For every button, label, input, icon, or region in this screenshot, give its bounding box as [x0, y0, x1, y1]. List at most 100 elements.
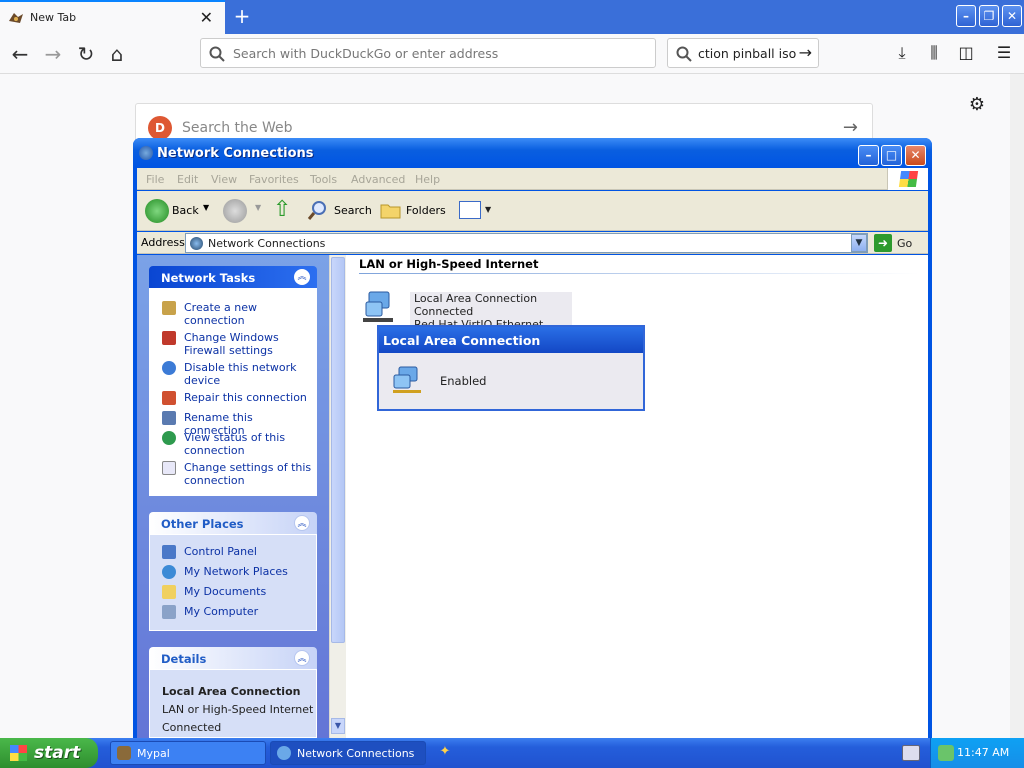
- magnifier-icon: [307, 201, 326, 220]
- menu-file[interactable]: File: [146, 173, 164, 186]
- forward-dropdown-icon[interactable]: ▼: [255, 203, 261, 212]
- details-status: Connected: [162, 721, 222, 734]
- window-minimize-icon[interactable]: –: [858, 145, 879, 166]
- menu-tools[interactable]: Tools: [310, 173, 337, 186]
- restore-icon[interactable]: ❐: [979, 5, 999, 27]
- close-icon[interactable]: ✕: [1002, 5, 1022, 27]
- search-label: Search: [334, 204, 372, 217]
- search-go-icon[interactable]: →: [799, 43, 812, 62]
- reload-icon[interactable]: ↻: [73, 41, 99, 67]
- views-icon: [459, 201, 481, 219]
- system-tray: 11:47 AM: [930, 738, 1024, 768]
- new-tab-button[interactable]: +: [232, 4, 252, 28]
- url-bar[interactable]: Search with DuckDuckGo or enter address: [200, 38, 656, 68]
- go-arrow-icon[interactable]: ➜: [874, 234, 892, 252]
- tooltip-title: Local Area Connection: [383, 333, 541, 348]
- window-titlebar[interactable]: Network Connections: [133, 138, 932, 168]
- downloads-icon[interactable]: ⤓: [891, 43, 913, 63]
- minimize-icon[interactable]: –: [956, 5, 976, 27]
- back-icon[interactable]: ←: [7, 41, 33, 67]
- network-tasks-header[interactable]: Network Tasks ︽: [149, 266, 317, 288]
- home-icon[interactable]: ⌂: [104, 41, 130, 67]
- place-label: My Documents: [184, 585, 267, 598]
- mypal-icon: [117, 746, 131, 760]
- network-icon: [139, 146, 153, 160]
- up-folder-icon[interactable]: ⇧: [273, 199, 295, 223]
- other-places-title: Other Places: [161, 517, 244, 531]
- connection-item[interactable]: Local Area Connection Connected Red Hat …: [363, 290, 573, 330]
- other-places-panel: Control Panel My Network Places My Docum…: [149, 534, 317, 631]
- details-header[interactable]: Details ︽: [149, 647, 317, 669]
- network-tray-icon[interactable]: [938, 745, 954, 761]
- menu-advanced[interactable]: Advanced: [351, 173, 405, 186]
- group-divider: [359, 273, 919, 274]
- task-network-connections[interactable]: Network Connections: [270, 741, 426, 765]
- tooltip-value: Enabled: [440, 374, 487, 388]
- tab-title: New Tab: [30, 11, 77, 24]
- task-label: Repair this connection: [184, 391, 307, 404]
- duckduckgo-icon: D: [148, 116, 172, 140]
- other-places-header[interactable]: Other Places ︽: [149, 512, 317, 534]
- window-title: Network Connections: [157, 146, 314, 161]
- back-label: Back: [172, 204, 199, 217]
- collapse-icon[interactable]: ︽: [294, 515, 310, 531]
- tooltip-header: Local Area Connection: [379, 327, 643, 353]
- details-name: Local Area Connection: [162, 685, 301, 698]
- views-button[interactable]: ▼: [459, 201, 495, 223]
- menu-view[interactable]: View: [211, 173, 237, 186]
- computer-icon: [162, 605, 176, 619]
- library-icon[interactable]: ⫼: [923, 43, 945, 63]
- url-placeholder: Search with DuckDuckGo or enter address: [233, 46, 499, 61]
- place-label: My Computer: [184, 605, 259, 618]
- ddg-search-box[interactable]: D Search the Web →: [135, 103, 873, 143]
- search-bar[interactable]: ction pinball iso →: [667, 38, 819, 68]
- task-mypal[interactable]: Mypal: [110, 741, 266, 765]
- network-connection-icon: [393, 366, 421, 393]
- network-icon: [190, 237, 203, 250]
- documents-icon: [162, 585, 176, 599]
- task-label: Network Connections: [297, 747, 415, 760]
- collapse-icon[interactable]: ︽: [294, 269, 310, 285]
- menu-help[interactable]: Help: [415, 173, 440, 186]
- ddg-placeholder: Search the Web: [182, 120, 293, 136]
- folders-button[interactable]: Folders: [379, 199, 449, 223]
- window-close-icon[interactable]: ✕: [905, 145, 926, 166]
- gear-icon[interactable]: ⚙: [966, 94, 988, 116]
- search-button[interactable]: Search: [307, 199, 372, 223]
- collapse-icon[interactable]: ︽: [294, 650, 310, 666]
- back-dropdown-icon[interactable]: ▼: [203, 203, 209, 212]
- keyboard-icon[interactable]: [902, 745, 920, 761]
- forward-icon[interactable]: →: [40, 41, 66, 67]
- quicklaunch-icon[interactable]: ✦: [436, 744, 454, 762]
- tooltip-body: Enabled: [379, 353, 643, 409]
- back-button[interactable]: Back: [145, 199, 209, 223]
- network-connection-icon: [363, 291, 393, 322]
- forward-arrow-icon[interactable]: [223, 199, 247, 223]
- task-label: Create a new connection: [184, 301, 258, 327]
- clock: 11:47 AM: [957, 746, 1010, 759]
- details-panel: Local Area Connection LAN or High-Speed …: [149, 669, 317, 738]
- menu-favorites[interactable]: Favorites: [249, 173, 299, 186]
- page-scrollbar[interactable]: [1010, 74, 1024, 738]
- scroll-thumb[interactable]: [331, 257, 345, 643]
- menu-icon[interactable]: ☰: [993, 43, 1015, 63]
- network-tasks-panel: Create a new connection Change Windows F…: [149, 288, 317, 496]
- connection-label: Local Area Connection Connected Red Hat …: [410, 292, 572, 328]
- arrow-right-icon[interactable]: →: [843, 117, 858, 138]
- connection-status: Connected: [414, 305, 474, 318]
- address-field[interactable]: Network Connections: [185, 233, 868, 253]
- mypal-icon: [9, 13, 23, 23]
- tab-close-icon[interactable]: ✕: [200, 8, 213, 27]
- tab-new-tab[interactable]: New Tab ✕: [0, 0, 225, 34]
- windows-flag-icon: [10, 745, 27, 761]
- go-label[interactable]: Go: [897, 237, 912, 250]
- window-maximize-icon[interactable]: □: [881, 145, 902, 166]
- menu-edit[interactable]: Edit: [177, 173, 198, 186]
- scroll-down-icon[interactable]: ▼: [331, 718, 345, 734]
- pane-scrollbar[interactable]: ▼: [329, 255, 346, 738]
- start-button[interactable]: start: [0, 738, 98, 768]
- folders-icon: [380, 204, 401, 219]
- sidebar-icon[interactable]: ◫: [955, 43, 977, 63]
- search-value: ction pinball iso: [698, 46, 797, 61]
- address-dropdown-icon[interactable]: ▼: [851, 234, 867, 252]
